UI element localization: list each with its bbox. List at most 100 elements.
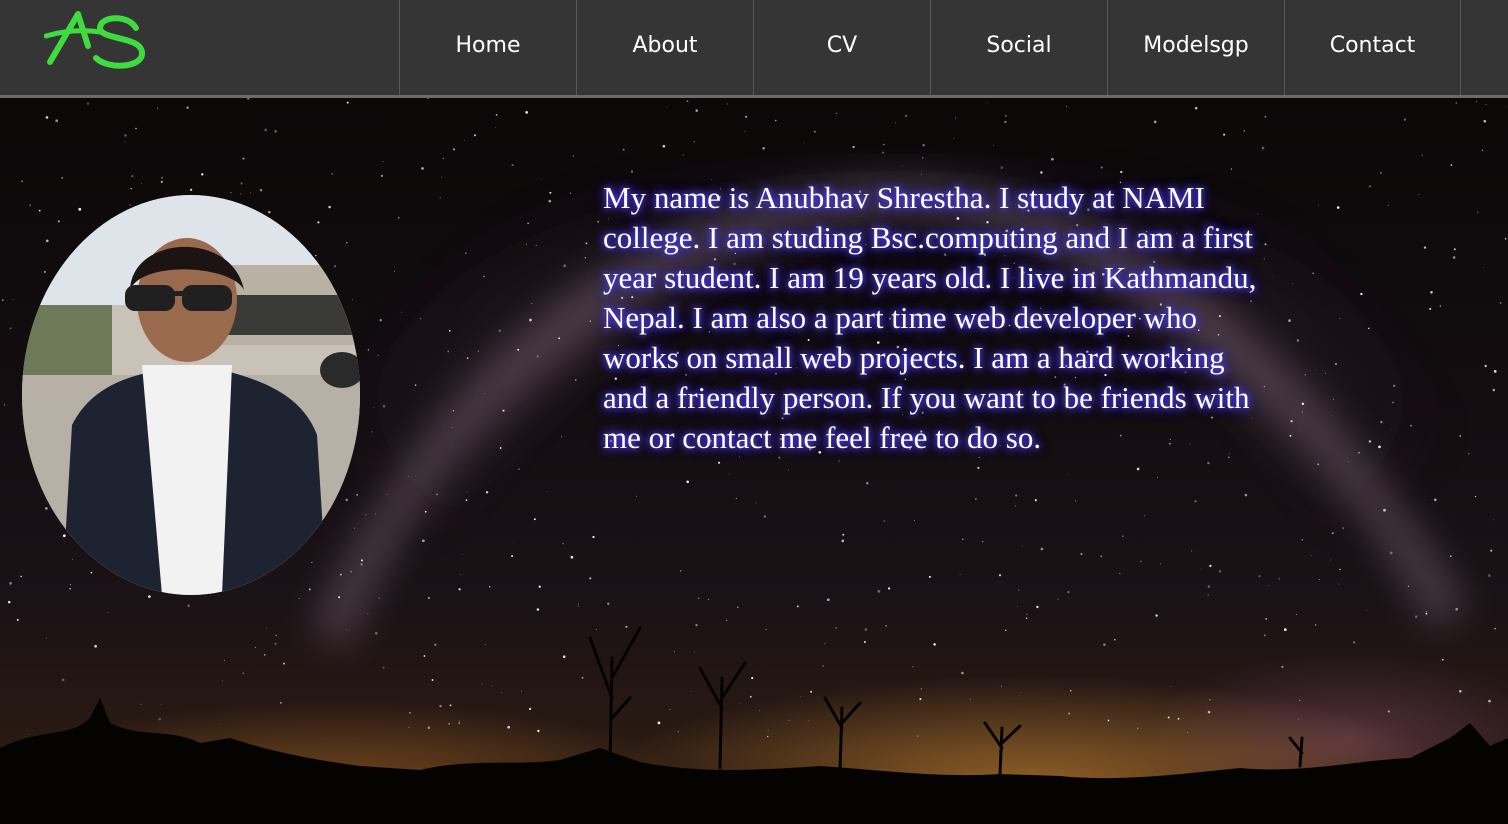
star: [921, 156, 924, 159]
star: [775, 119, 777, 122]
star: [1318, 204, 1319, 206]
star: [810, 690, 813, 693]
star: [977, 466, 980, 470]
star: [1034, 499, 1037, 502]
star: [466, 357, 469, 360]
star: [631, 170, 633, 173]
star: [1136, 727, 1139, 730]
star: [315, 254, 317, 257]
star: [1194, 500, 1197, 503]
star: [1425, 612, 1428, 615]
star: [541, 178, 542, 180]
star: [1080, 552, 1083, 556]
star: [1353, 641, 1356, 644]
star: [20, 575, 23, 578]
star: [135, 127, 137, 130]
star: [451, 426, 453, 428]
site-logo[interactable]: [44, 6, 154, 72]
star: [718, 461, 721, 464]
star: [993, 145, 994, 146]
star: [570, 555, 574, 559]
nav-item-social[interactable]: Social: [930, 0, 1107, 95]
star: [1455, 102, 1457, 104]
star: [1439, 305, 1442, 307]
star: [686, 480, 690, 484]
star: [55, 119, 59, 123]
star: [1026, 613, 1028, 615]
star: [367, 612, 369, 614]
star: [933, 643, 936, 646]
star: [1186, 731, 1188, 733]
star: [512, 543, 514, 545]
star: [1119, 572, 1121, 574]
star: [1136, 467, 1140, 471]
nav-item-about[interactable]: About: [576, 0, 753, 95]
star: [1068, 712, 1071, 715]
star: [1336, 206, 1340, 209]
star: [959, 573, 961, 575]
star: [1493, 519, 1495, 521]
nav-item-cv[interactable]: CV: [753, 0, 930, 95]
nav-item-contact[interactable]: Contact: [1284, 0, 1461, 95]
star: [408, 726, 410, 728]
star: [928, 575, 931, 578]
star: [397, 216, 400, 219]
star: [333, 265, 337, 268]
star: [808, 720, 810, 722]
star: [317, 221, 320, 224]
nav-label: Social: [986, 33, 1052, 58]
star: [1429, 307, 1432, 310]
star: [961, 671, 964, 675]
star: [680, 570, 682, 572]
star: [495, 127, 496, 128]
star: [527, 222, 529, 225]
star: [1434, 498, 1437, 502]
star: [1155, 614, 1158, 617]
star: [1415, 615, 1418, 618]
star: [427, 726, 431, 730]
star: [912, 666, 914, 668]
star: [1369, 185, 1371, 188]
star: [584, 257, 586, 259]
star: [1487, 574, 1491, 577]
star: [969, 698, 971, 700]
star: [386, 494, 388, 495]
star: [1468, 453, 1470, 455]
star: [1368, 440, 1372, 443]
star: [380, 174, 384, 178]
star: [693, 651, 695, 653]
star: [1459, 435, 1462, 437]
star: [707, 598, 710, 601]
star: [1100, 555, 1103, 558]
star: [1312, 272, 1314, 275]
star: [1014, 505, 1016, 507]
star: [488, 586, 491, 588]
star: [484, 393, 486, 395]
star: [439, 197, 441, 199]
star: [364, 514, 367, 516]
star: [346, 629, 348, 631]
star: [346, 101, 349, 104]
star: [1272, 276, 1274, 278]
star: [1358, 451, 1360, 454]
star: [360, 563, 363, 566]
star: [1504, 238, 1507, 240]
star: [465, 499, 468, 502]
star: [1338, 583, 1340, 585]
star: [1075, 500, 1077, 502]
star: [693, 140, 695, 143]
star: [1140, 560, 1142, 563]
star: [920, 173, 922, 175]
star: [45, 507, 48, 510]
star: [62, 534, 66, 538]
star: [422, 539, 425, 543]
star: [563, 264, 567, 268]
star: [1331, 415, 1333, 417]
star: [9, 582, 12, 585]
star: [1296, 339, 1300, 342]
star: [464, 252, 467, 255]
nav-item-modelsgp[interactable]: Modelsgp: [1107, 0, 1284, 95]
star: [536, 355, 539, 358]
star: [1304, 374, 1306, 376]
nav-item-home[interactable]: Home: [399, 0, 576, 95]
